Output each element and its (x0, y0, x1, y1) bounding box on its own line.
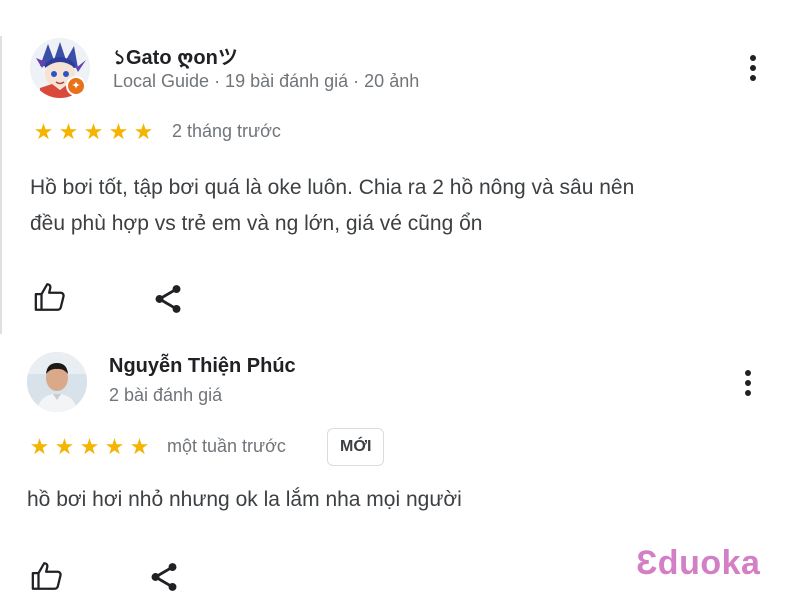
more-options-button[interactable] (736, 363, 760, 403)
star-icon: ★ (83, 119, 104, 144)
share-button[interactable] (148, 279, 188, 319)
review-text-line: hồ bơi hơi nhỏ nhưng ok la lắm nha mọi n… (27, 488, 462, 511)
star-icon: ★ (104, 434, 125, 459)
star-icon: ★ (133, 119, 154, 144)
local-guide-badge-icon: ✦ (66, 76, 86, 96)
new-badge: MỚI (327, 428, 385, 466)
star-icon: ★ (58, 119, 79, 144)
author-meta: 2 bài đánh giá (109, 385, 223, 405)
reviews-page: ✦ ১Gato ღonツ Local Guide · 19 bài đánh g… (0, 0, 800, 600)
more-vert-icon (750, 55, 756, 81)
star-icon: ★ (108, 119, 129, 144)
share-icon (151, 563, 177, 591)
star-rating: ★ ★ ★ ★ ★ (27, 434, 152, 459)
review-text-line: Hồ bơi tốt, tập bơi quá là oke luôn. Chi… (30, 176, 635, 199)
share-icon (155, 285, 181, 313)
review-card: ✦ ১Gato ღonツ Local Guide · 19 bài đánh g… (0, 0, 800, 340)
star-icon: ★ (29, 434, 50, 459)
review-time: một tuần trước (167, 436, 286, 456)
share-button[interactable] (144, 557, 184, 597)
more-options-button[interactable] (741, 48, 765, 88)
author-name[interactable]: Nguyễn Thiện Phúc (109, 355, 296, 378)
avatar-photo (27, 352, 87, 412)
star-rating: ★ ★ ★ ★ ★ (31, 119, 156, 144)
avatar[interactable] (27, 352, 87, 412)
thumbs-up-icon (31, 562, 62, 590)
like-button[interactable] (30, 277, 70, 317)
review-text-line: đều phù hợp vs trẻ em và ng lớn, giá vé … (30, 212, 483, 235)
thumbs-up-icon (34, 283, 65, 311)
author-meta: Local Guide · 19 bài đánh giá · 20 ảnh (113, 71, 420, 91)
review-time: 2 tháng trước (172, 121, 281, 141)
eduoka-watermark: Ɛduoka (636, 544, 761, 582)
star-icon: ★ (79, 434, 100, 459)
like-button[interactable] (27, 556, 67, 596)
star-icon: ★ (33, 119, 54, 144)
star-icon: ★ (54, 434, 75, 459)
star-icon: ★ (129, 434, 150, 459)
more-vert-icon (745, 370, 751, 396)
